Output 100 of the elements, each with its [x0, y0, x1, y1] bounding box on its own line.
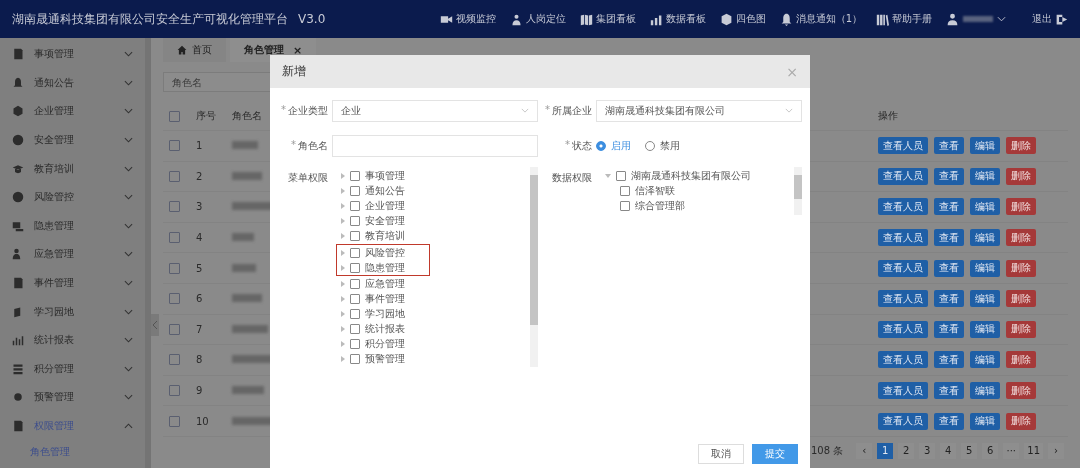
- sidebar-item[interactable]: 事项管理: [0, 40, 145, 69]
- checkbox[interactable]: [169, 170, 180, 182]
- action-button[interactable]: 编辑: [970, 167, 1000, 185]
- sidebar-item[interactable]: 风险管控: [0, 182, 145, 212]
- delete-button[interactable]: 删除: [1006, 229, 1036, 247]
- checkbox[interactable]: [350, 308, 360, 319]
- chevron-down-icon[interactable]: [997, 16, 1006, 22]
- caret-icon[interactable]: [341, 355, 345, 362]
- next-page-button[interactable]: ›: [1048, 442, 1064, 459]
- checkbox[interactable]: [620, 200, 630, 211]
- action-button[interactable]: 查看人员: [878, 259, 928, 277]
- action-button[interactable]: 查看人员: [878, 229, 928, 247]
- caret-icon[interactable]: [341, 295, 345, 302]
- action-button[interactable]: 查看: [934, 320, 964, 338]
- page-button[interactable]: 6: [982, 442, 999, 459]
- page-button[interactable]: 5: [961, 442, 978, 459]
- action-button[interactable]: 查看人员: [878, 351, 928, 369]
- delete-button[interactable]: 删除: [1006, 351, 1036, 369]
- action-button[interactable]: 查看人员: [878, 137, 928, 155]
- action-button[interactable]: 查看: [934, 198, 964, 216]
- page-button[interactable]: 3: [919, 442, 936, 459]
- caret-icon[interactable]: [341, 217, 345, 224]
- prev-page-button[interactable]: ‹: [856, 442, 873, 459]
- sidebar-item[interactable]: 积分管理: [0, 354, 145, 384]
- action-button[interactable]: 编辑: [970, 137, 1000, 155]
- action-button[interactable]: 编辑: [970, 412, 1000, 430]
- page-button[interactable]: 11: [1024, 442, 1043, 459]
- caret-icon[interactable]: [341, 202, 345, 209]
- delete-button[interactable]: 删除: [1006, 198, 1036, 216]
- submit-button[interactable]: 提交: [752, 444, 798, 464]
- checkbox[interactable]: [169, 354, 180, 366]
- delete-button[interactable]: 删除: [1006, 290, 1036, 308]
- radio-option[interactable]: 禁用: [645, 138, 680, 153]
- select-field[interactable]: 企业: [332, 99, 538, 122]
- collapse-handle[interactable]: [151, 314, 159, 336]
- action-button[interactable]: 查看: [934, 351, 964, 369]
- tab[interactable]: 首页: [163, 38, 226, 62]
- action-button[interactable]: 查看: [934, 229, 964, 247]
- scrollbar[interactable]: [794, 167, 802, 215]
- action-button[interactable]: 编辑: [970, 259, 1000, 277]
- page-button[interactable]: 2: [898, 442, 915, 459]
- checkbox[interactable]: [350, 215, 360, 226]
- caret-icon[interactable]: [341, 172, 345, 179]
- page-button[interactable]: ···: [1003, 442, 1020, 459]
- action-button[interactable]: 查看人员: [878, 320, 928, 338]
- action-button[interactable]: 查看: [934, 412, 964, 430]
- checkbox[interactable]: [169, 415, 180, 427]
- checkbox[interactable]: [350, 247, 360, 258]
- radio-button[interactable]: [596, 140, 606, 151]
- caret-icon[interactable]: [341, 187, 345, 194]
- checkbox[interactable]: [350, 323, 360, 334]
- nav-link[interactable]: 集团看板: [579, 12, 636, 26]
- nav-link[interactable]: 人岗定位: [509, 12, 566, 26]
- caret-icon[interactable]: [341, 340, 345, 347]
- checkbox[interactable]: [350, 353, 360, 364]
- delete-button[interactable]: 删除: [1006, 382, 1036, 400]
- delete-button[interactable]: 删除: [1006, 167, 1036, 185]
- close-tab-icon[interactable]: ×: [293, 43, 303, 57]
- page-button[interactable]: 1: [877, 442, 894, 459]
- radio-option[interactable]: 启用: [596, 138, 631, 153]
- logout-link[interactable]: 退出: [1032, 12, 1068, 26]
- caret-icon[interactable]: [341, 232, 345, 239]
- action-button[interactable]: 查看人员: [878, 198, 928, 216]
- checkbox[interactable]: [169, 323, 180, 335]
- action-button[interactable]: 编辑: [970, 290, 1000, 308]
- sidebar-item[interactable]: 应急管理: [0, 240, 145, 269]
- checkbox[interactable]: [620, 185, 630, 196]
- action-button[interactable]: 查看: [934, 167, 964, 185]
- caret-icon[interactable]: [341, 280, 345, 287]
- nav-link[interactable]: 数据看板: [649, 12, 706, 26]
- delete-button[interactable]: 删除: [1006, 320, 1036, 338]
- sidebar-item[interactable]: 企业管理: [0, 97, 145, 126]
- nav-link[interactable]: 视频监控: [439, 12, 496, 26]
- caret-icon[interactable]: [605, 173, 611, 178]
- nav-link[interactable]: 帮助手册: [876, 12, 932, 26]
- caret-icon[interactable]: [341, 325, 345, 332]
- caret-icon[interactable]: [341, 310, 345, 317]
- sidebar-item[interactable]: 事件管理: [0, 268, 145, 298]
- checkbox[interactable]: [350, 338, 360, 349]
- checkbox[interactable]: [169, 201, 180, 213]
- sidebar-item[interactable]: 学习园地: [0, 297, 145, 326]
- checkbox[interactable]: [350, 262, 360, 273]
- checkbox[interactable]: [169, 140, 180, 152]
- action-button[interactable]: 编辑: [970, 229, 1000, 247]
- action-button[interactable]: 编辑: [970, 320, 1000, 338]
- scrollbar[interactable]: [530, 167, 538, 367]
- action-button[interactable]: 查看: [934, 382, 964, 400]
- action-button[interactable]: 查看人员: [878, 167, 928, 185]
- checkbox[interactable]: [169, 262, 180, 274]
- cancel-button[interactable]: 取消: [698, 444, 744, 464]
- action-button[interactable]: 编辑: [970, 382, 1000, 400]
- checkbox[interactable]: [350, 170, 360, 181]
- action-button[interactable]: 编辑: [970, 351, 1000, 369]
- nav-link[interactable]: 消息通知（1）: [779, 12, 862, 26]
- checkbox[interactable]: [169, 385, 180, 397]
- action-button[interactable]: 查看: [934, 290, 964, 308]
- checkbox[interactable]: [350, 185, 360, 196]
- delete-button[interactable]: 删除: [1006, 412, 1036, 430]
- checkbox[interactable]: [350, 200, 360, 211]
- sidebar-item[interactable]: 安全管理: [0, 125, 145, 155]
